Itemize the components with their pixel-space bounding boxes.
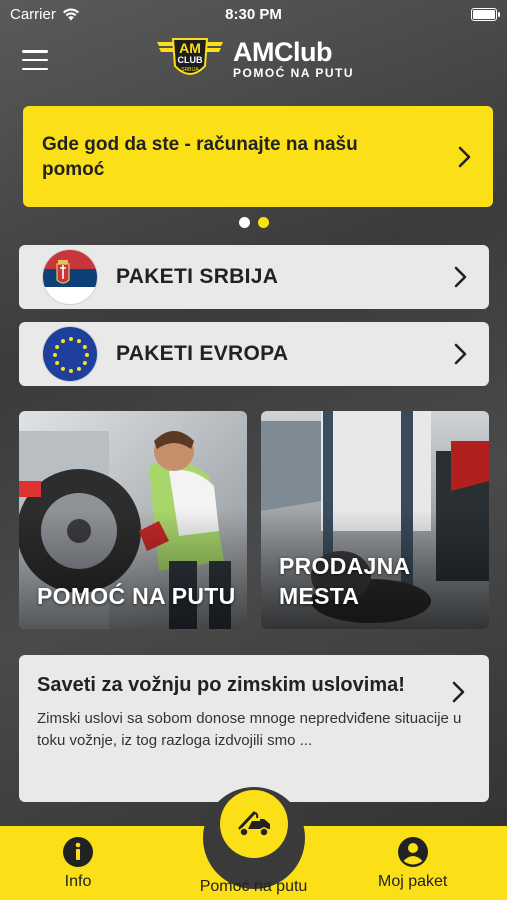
logo-subtitle: POMOĆ NA PUTU [233,66,355,80]
article-excerpt: Zimski uslovi sa sobom donose mnoge nepr… [37,710,462,749]
logo-title: AMClub [233,37,332,67]
tow-truck-button[interactable] [220,790,288,858]
chevron-right-icon [454,343,467,365]
user-icon [397,837,428,867]
article-title: Saveti za vožnju po zimskim uslovima! [37,674,405,696]
packages-europe-label: PAKETI EVROPA [116,342,289,365]
packages-serbia-button[interactable]: PAKETI SRBIJA [19,245,489,309]
logo-badge-icon: AM CLUB SRBIJA [155,36,225,82]
serbia-flag-icon [42,249,98,305]
header: AM CLUB SRBIJA AMClub POMOĆ NA PUTU [0,32,507,88]
article-card[interactable]: Saveti za vožnju po zimskim uslovima! Zi… [19,655,489,802]
packages-europe-button[interactable]: PAKETI EVROPA [19,322,489,386]
tab-center-label-wrap: Pomoć na putu [0,878,507,896]
badge-club: CLUB [178,55,203,65]
battery-icon [471,7,500,21]
tab-roadside-assistance-label: Pomoć na putu [199,878,308,895]
wifi-icon [62,7,79,20]
chevron-right-icon [458,146,471,167]
carousel-dots[interactable] [0,217,507,228]
carousel-dot-active[interactable] [257,217,269,228]
banner-text: Gde god da ste - računajte na našu pomoć [42,133,358,180]
roadside-assistance-label: POMOĆ NA PUTU [37,583,236,609]
packages-serbia-label: PAKETI SRBIJA [116,265,279,288]
menu-icon[interactable] [22,50,48,70]
chevron-right-icon [452,681,465,703]
sales-points-label: PRODAJNA MESTA [279,553,410,609]
status-bar: Carrier 8:30 PM [0,0,507,28]
carousel-dot[interactable] [238,217,250,228]
badge-am: AM [179,40,201,56]
eu-flag-icon [42,326,98,382]
logo-text: AMClub POMOĆ NA PUTU [233,38,354,80]
tow-truck-icon [238,811,270,837]
carrier-label: Carrier [10,5,56,23]
sales-points-tile[interactable]: PRODAJNA MESTA [261,411,489,629]
chevron-right-icon [454,266,467,288]
tab-roadside-assistance[interactable] [203,787,305,889]
status-left: Carrier [10,6,80,23]
roadside-assistance-tile[interactable]: POMOĆ NA PUTU [19,411,247,629]
badge-srbija: SRBIJA [181,67,199,73]
info-icon [63,837,93,867]
promo-banner[interactable]: Gde god da ste - računajte na našu pomoć [23,106,493,207]
app-logo: AM CLUB SRBIJA AMClub POMOĆ NA PUTU [155,36,354,82]
